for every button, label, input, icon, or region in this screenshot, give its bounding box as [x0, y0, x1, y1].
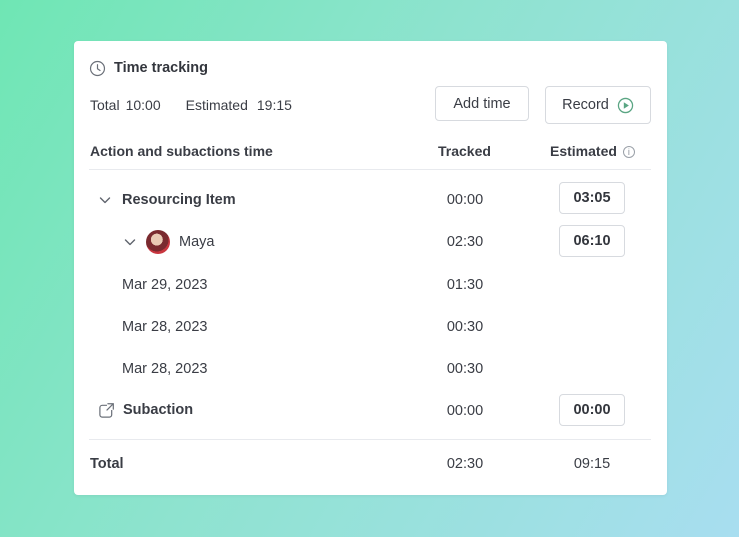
add-time-button[interactable]: Add time	[435, 86, 529, 121]
clock-icon	[89, 60, 106, 76]
estimated-input[interactable]: 03:05	[559, 182, 625, 214]
table-row: Subaction	[98, 401, 193, 419]
estimated-input[interactable]: 06:10	[559, 225, 625, 257]
column-header-action: Action and subactions time	[90, 143, 273, 159]
total-estimated: 09:15	[573, 456, 611, 472]
row-label: Mar 29, 2023	[122, 277, 208, 293]
row-tracked: 01:30	[446, 277, 484, 293]
estimated-label: Estimated	[185, 97, 248, 113]
avatar	[146, 230, 170, 254]
external-link-icon[interactable]	[98, 401, 115, 419]
estimated-input[interactable]: 00:00	[559, 394, 625, 426]
column-header-estimated-label: Estimated	[550, 143, 617, 159]
estimated-value: 19:15	[256, 97, 292, 113]
info-icon[interactable]: i	[622, 146, 635, 158]
row-tracked: 00:30	[446, 361, 484, 377]
chevron-down-icon[interactable]	[123, 235, 137, 249]
table-row: Maya	[123, 230, 214, 254]
total-tracked: 02:30	[446, 456, 484, 472]
page-title: Time tracking	[114, 60, 209, 76]
total-label: Total	[90, 97, 120, 113]
row-label: Mar 28, 2023	[122, 319, 208, 335]
record-button-label: Record	[562, 97, 609, 113]
row-tracked: 00:00	[446, 403, 484, 419]
header-divider	[89, 169, 651, 170]
card-header: Time tracking	[89, 59, 208, 77]
row-label: Maya	[179, 234, 215, 250]
time-tracking-card: Time tracking Total 10:00 Estimated 19:1…	[74, 41, 667, 495]
total-value: 10:00	[125, 97, 161, 113]
total-row-label: Total	[90, 456, 124, 472]
row-label: Subaction	[123, 402, 194, 418]
table-row: Resourcing Item	[98, 192, 236, 208]
chevron-down-icon[interactable]	[98, 193, 112, 207]
record-button[interactable]: Record	[545, 86, 651, 124]
column-header-tracked: Tracked	[438, 143, 491, 159]
play-icon	[617, 97, 634, 113]
column-header-estimated: Estimated i	[550, 143, 635, 159]
total-divider	[89, 439, 651, 440]
row-tracked: 02:30	[446, 234, 484, 250]
row-tracked: 00:00	[446, 192, 484, 208]
row-tracked: 00:30	[446, 319, 484, 335]
time-summary: Total 10:00 Estimated 19:15	[90, 97, 292, 113]
row-label: Resourcing Item	[122, 192, 236, 208]
row-label: Mar 28, 2023	[122, 361, 208, 377]
